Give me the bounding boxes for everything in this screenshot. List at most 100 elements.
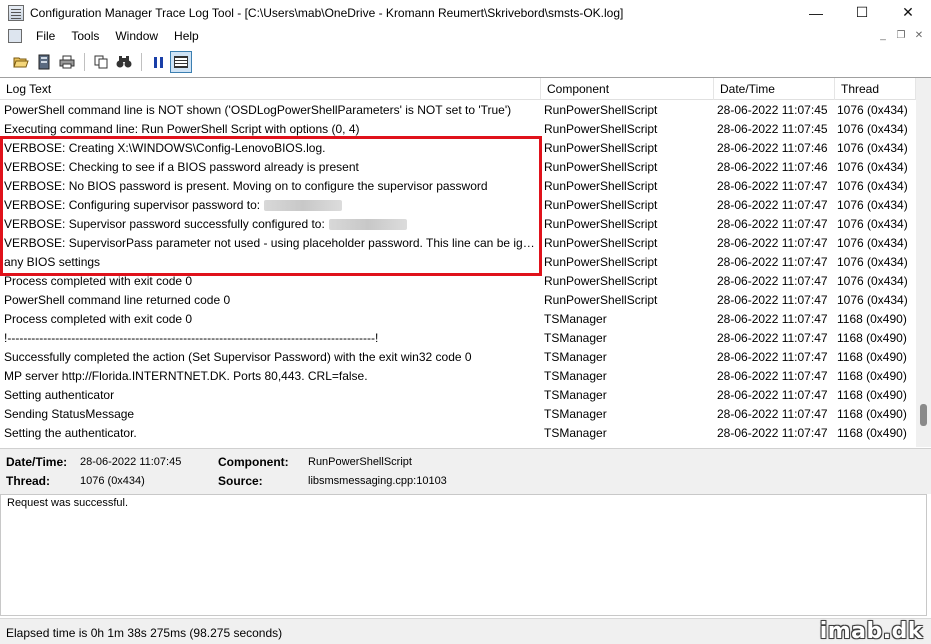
thread-cell: 1076 (0x434): [837, 122, 908, 136]
child-close-button[interactable]: ✕: [911, 28, 927, 43]
log-text-cell: Setting the authenticator.: [0, 424, 541, 443]
thread-cell: 1168 (0x490): [837, 369, 907, 383]
open-server-button[interactable]: [33, 51, 55, 73]
log-row[interactable]: VERBOSE: No BIOS password is present. Mo…: [0, 177, 916, 196]
log-row[interactable]: !---------------------------------------…: [0, 329, 916, 348]
open-button[interactable]: [10, 51, 32, 73]
thread-cell: 1168 (0x490): [837, 312, 907, 326]
print-button[interactable]: [56, 51, 78, 73]
source-label: Source:: [218, 474, 263, 488]
log-text: VERBOSE: Configuring supervisor password…: [4, 198, 261, 212]
title-bar: Configuration Manager Trace Log Tool - […: [0, 0, 931, 25]
find-button[interactable]: [113, 51, 135, 73]
log-row[interactable]: Executing command line: Run PowerShell S…: [0, 120, 916, 139]
log-text-cell: VERBOSE: No BIOS password is present. Mo…: [0, 177, 541, 196]
log-row[interactable]: PowerShell command line is NOT shown ('O…: [0, 101, 916, 120]
pause-button[interactable]: [147, 51, 169, 73]
status-bar: Elapsed time is 0h 1m 38s 275ms (98.275 …: [0, 618, 931, 644]
log-text-cell: MP server http://Florida.INTERNTNET.DK. …: [0, 367, 541, 386]
thread-cell: 1076 (0x434): [837, 293, 908, 307]
child-minimize-button[interactable]: _: [875, 28, 891, 43]
log-row[interactable]: Sending StatusMessage TSManager 28-06-2022…: [0, 405, 916, 424]
source-value: libsmsmessaging.cpp:10103: [308, 475, 447, 487]
child-restore-button[interactable]: ❐: [893, 28, 909, 43]
datetime-cell: 28-06-2022 11:07:47: [717, 312, 828, 326]
datetime-cell: 28-06-2022 11:07:47: [717, 388, 828, 402]
log-row[interactable]: PowerShell command line returned code 0 R…: [0, 291, 916, 310]
close-button[interactable]: ✕: [885, 0, 931, 25]
column-header-log-text[interactable]: Log Text: [0, 78, 541, 100]
component-cell: TSManager: [544, 331, 607, 345]
log-row[interactable]: VERBOSE: Supervisor password successfull…: [0, 215, 916, 234]
datetime-cell: 28-06-2022 11:07:47: [717, 426, 828, 440]
component-cell: RunPowerShellScript: [544, 274, 658, 288]
component-cell: TSManager: [544, 426, 607, 440]
menu-file[interactable]: File: [28, 29, 63, 43]
log-row[interactable]: VERBOSE: Checking to see if a BIOS passw…: [0, 158, 916, 177]
datetime-label: Date/Time:: [6, 455, 68, 469]
cmtrace-app-icon[interactable]: [8, 4, 24, 21]
menu-window[interactable]: Window: [107, 29, 166, 43]
datetime-cell: 28-06-2022 11:07:47: [717, 198, 828, 212]
thread-cell: 1076 (0x434): [837, 103, 908, 117]
datetime-cell: 28-06-2022 11:07:47: [717, 293, 828, 307]
datetime-cell: 28-06-2022 11:07:47: [717, 369, 828, 383]
column-header-datetime[interactable]: Date/Time: [714, 78, 835, 100]
log-row[interactable]: Process completed with exit code 0 TSMana…: [0, 310, 916, 329]
column-header-component[interactable]: Component: [541, 78, 714, 100]
component-cell: RunPowerShellScript: [544, 255, 658, 269]
log-row[interactable]: MP server http://Florida.INTERNTNET.DK. …: [0, 367, 916, 386]
thread-cell: 1168 (0x490): [837, 331, 907, 345]
scrollbar-thumb[interactable]: [920, 404, 927, 426]
log-text-cell: Process completed with exit code 0: [0, 310, 541, 329]
component-cell: TSManager: [544, 369, 607, 383]
message-pane[interactable]: Request was successful.: [0, 494, 927, 616]
log-vertical-scrollbar[interactable]: [916, 78, 931, 447]
datetime-cell: 28-06-2022 11:07:47: [717, 236, 828, 250]
datetime-cell: 28-06-2022 11:07:47: [717, 274, 828, 288]
log-row[interactable]: VERBOSE: SupervisorPass parameter not us…: [0, 234, 916, 253]
menu-help[interactable]: Help: [166, 29, 207, 43]
maximize-button[interactable]: ☐: [839, 0, 885, 25]
log-text: VERBOSE: Checking to see if a BIOS passw…: [4, 160, 359, 174]
log-row[interactable]: VERBOSE: Configuring supervisor password…: [0, 196, 916, 215]
log-text: VERBOSE: No BIOS password is present. Mo…: [4, 179, 488, 193]
grid-view-icon: [174, 56, 188, 68]
component-cell: RunPowerShellScript: [544, 198, 658, 212]
minimize-button[interactable]: —: [793, 0, 839, 25]
datetime-cell: 28-06-2022 11:07:47: [717, 255, 828, 269]
document-icon[interactable]: [8, 29, 22, 43]
component-cell: RunPowerShellScript: [544, 236, 658, 250]
toolbar-separator: [141, 53, 142, 71]
log-text-cell: PowerShell command line is NOT shown ('O…: [0, 101, 541, 120]
log-text-cell: Sending StatusMessage: [0, 405, 541, 424]
imab-watermark: imab.dk: [819, 619, 923, 644]
log-row[interactable]: Setting the authenticator. TSManager 28-06…: [0, 424, 916, 443]
log-row[interactable]: Process completed with exit code 0 RunPow…: [0, 272, 916, 291]
redacted-password: [264, 200, 343, 212]
log-text: !---------------------------------------…: [4, 331, 379, 345]
log-row[interactable]: Setting authenticator TSManager 28-06-2022…: [0, 386, 916, 405]
thread-cell: 1168 (0x490): [837, 388, 907, 402]
thread-value: 1076 (0x434): [80, 475, 145, 487]
component-label: Component:: [218, 455, 289, 469]
column-header-thread[interactable]: Thread: [835, 78, 916, 100]
log-text-cell: VERBOSE: Creating X:\WINDOWS\Config-Leno…: [0, 139, 541, 158]
log-row[interactable]: Successfully completed the action (Set S…: [0, 348, 916, 367]
log-row[interactable]: VERBOSE: Creating X:\WINDOWS\Config-Leno…: [0, 139, 916, 158]
grid-view-button[interactable]: [170, 51, 192, 73]
log-text: Setting authenticator: [4, 388, 115, 402]
log-rows: PowerShell command line is NOT shown ('O…: [0, 101, 916, 443]
log-row[interactable]: any BIOS settings RunPowerShellScript 28-0…: [0, 253, 916, 272]
log-text-cell: PowerShell command line returned code 0: [0, 291, 541, 310]
menu-tools[interactable]: Tools: [63, 29, 107, 43]
log-text: Process completed with exit code 0: [4, 274, 193, 288]
copy-button[interactable]: [90, 51, 112, 73]
redacted-password: [328, 219, 407, 231]
window-title: Configuration Manager Trace Log Tool - […: [30, 5, 624, 20]
component-cell: RunPowerShellScript: [544, 293, 658, 307]
thread-cell: 1076 (0x434): [837, 160, 908, 174]
server-icon: [38, 54, 50, 70]
datetime-cell: 28-06-2022 11:07:47: [717, 407, 828, 421]
log-list[interactable]: Log Text Component Date/Time Thread Powe…: [0, 77, 931, 447]
